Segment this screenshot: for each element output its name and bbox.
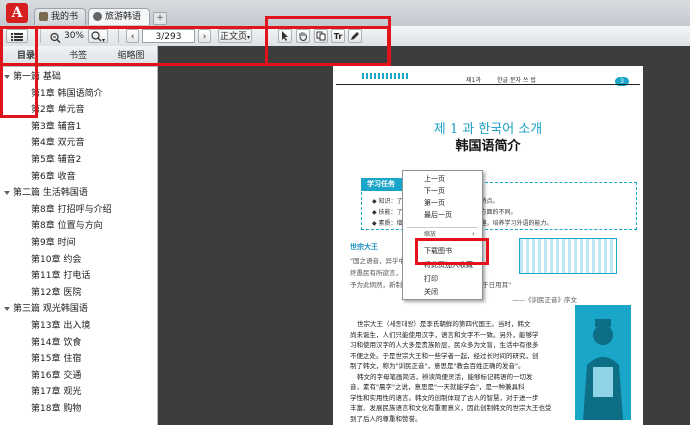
toc-chapter[interactable]: 第8章 打招呼与介绍 — [31, 203, 112, 217]
page-header-left: 제1과 — [466, 77, 481, 84]
toc-label: 第18章 购物 — [31, 404, 82, 414]
toc-label: 第9章 时间 — [31, 238, 76, 248]
app-logo-icon: A — [6, 3, 28, 23]
body-line: 不便之处。于是世宗大王和一些学者一起，经过长时间的研究，创 — [350, 351, 539, 360]
book-icon — [93, 12, 102, 21]
toc-chapter[interactable]: 第16章 交通 — [31, 369, 81, 383]
menu-separator — [407, 227, 478, 228]
toc-chapter[interactable]: 第8章 位置与方向 — [31, 219, 103, 233]
page-header-title: 한글 문자 쓰 법 — [497, 77, 536, 84]
tab-current-book[interactable]: 旅游韩语× — [88, 8, 150, 39]
toc-label: 第15章 住宿 — [31, 354, 82, 365]
toc-label: 第8章 打招呼与介绍 — [31, 204, 112, 215]
context-menu-item[interactable]: 关闭 — [424, 287, 438, 297]
header-decoration — [362, 73, 408, 79]
context-menu-item[interactable]: 最后一页 — [424, 210, 452, 220]
toc-chapter[interactable]: 第2章 单元音 — [31, 103, 85, 117]
quote-label: 世宗大王 — [350, 243, 378, 251]
context-menu-item[interactable]: 缩放 — [424, 229, 436, 238]
toc-label: 第3章 辅音1 — [31, 121, 82, 132]
body-line: 到了后人的尊重和赞誉。 — [350, 414, 422, 423]
toc-chapter[interactable]: 第18章 购物 — [31, 402, 81, 416]
toc-chapter[interactable]: 第4章 双元音 — [31, 136, 85, 150]
toc-label: 第16章 交通 — [31, 370, 82, 381]
toc-chapter[interactable]: 第10章 约会 — [31, 253, 81, 267]
context-menu-item[interactable]: 下一页 — [424, 186, 445, 196]
page-header-rule — [336, 84, 640, 85]
expand-triangle-icon[interactable] — [4, 306, 10, 311]
body-line: 尚未诞生，人们只能使用汉字，语言和文字不一致。另外，能够学 — [350, 330, 539, 339]
toc-label: 第6章 收音 — [31, 171, 76, 182]
toc-part[interactable]: 第二篇 生活韩国语 — [4, 186, 88, 200]
bookshelf-icon — [39, 12, 48, 21]
toc-label: 第12章 医院 — [31, 287, 82, 298]
toc-label: 第17章 观光 — [31, 387, 82, 398]
toc-chapter[interactable]: 第9章 时间 — [31, 236, 76, 250]
toc-chapter[interactable]: 第5章 辅音2 — [31, 153, 81, 167]
body-line: 丰富、发展民族语言和文化有重要意义，因此创制韩文的世宗大王也受 — [350, 404, 552, 412]
toc-chapter[interactable]: 第17章 观光 — [31, 385, 81, 399]
body-line: 音，素有"晨字"之说，意思是"一天就能学会"，是一种兼具科 — [350, 383, 525, 391]
toc-chapter[interactable]: 第11章 打电话 — [31, 269, 90, 283]
tab-bookshelf[interactable]: 我的书架 — [34, 8, 86, 39]
toc-chapter[interactable]: 第15章 住宿 — [31, 352, 81, 366]
king-portrait-image — [575, 305, 631, 420]
body-line: 制了韩文，称为"训民正音"，意思是"教会百姓正确的发音"。 — [350, 362, 525, 370]
highlight-download-item — [415, 238, 489, 265]
chevron-right-icon: › — [472, 230, 475, 238]
lesson-title-chinese: 韩国语简介 — [455, 139, 521, 154]
portrait-figure-icon — [583, 319, 623, 420]
expand-triangle-icon[interactable] — [4, 190, 10, 195]
toc-chapter[interactable]: 第3章 辅音1 — [31, 120, 81, 134]
tab-label: 旅游韩语 — [105, 12, 142, 22]
context-menu-item[interactable]: 打印 — [424, 274, 438, 284]
body-line: 学性和实用性的语言。韩文的创制体现了古人的智慧，对于进一步 — [350, 393, 539, 402]
toc-part[interactable]: 第三篇 观光韩国语 — [4, 302, 88, 316]
toc-label: 第10章 约会 — [31, 254, 82, 265]
toc-chapter[interactable]: 第14章 饮食 — [31, 336, 81, 350]
toc-label: 第14章 饮食 — [31, 337, 82, 348]
toc-label: 第4章 双元音 — [31, 138, 85, 149]
toc-chapter[interactable]: 第1章 韩国语简介 — [31, 87, 103, 101]
toc-chapter[interactable]: 第13章 出入境 — [31, 319, 90, 333]
toc-label: 第2章 单元音 — [31, 105, 85, 116]
toc-chapter[interactable]: 第12章 医院 — [31, 286, 81, 300]
body-line: 韩文的字母笔画简洁，辨读简便灵活，能够标记韩语的一切发 — [357, 372, 533, 381]
context-menu-item[interactable]: 上一页 — [424, 174, 445, 184]
toc-label: 第13章 出入境 — [31, 321, 91, 331]
toc-label: 第11章 打电话 — [31, 271, 91, 282]
highlight-tools — [265, 16, 391, 66]
calligraphy-image — [519, 238, 617, 274]
toc-label: 第三篇 观光韩国语 — [13, 304, 88, 315]
context-menu: 上一页 下一页 第一页 最后一页 缩放 下载图书 将此页加入收藏 打印 关闭 — [402, 170, 483, 300]
new-tab-button[interactable]: + — [153, 12, 167, 25]
body-line: 习和使用汉字的人大多是贵族阶层，民众多为文盲，生活中有很多 — [350, 341, 539, 349]
toc-label: 第1章 韩国语简介 — [31, 88, 103, 99]
toc-label: 第二篇 生活韩国语 — [13, 188, 88, 199]
toc-label: 第8章 位置与方向 — [31, 221, 103, 232]
body-line: 世宗大王（세종대왕）是李氏朝鲜的第四代国王。当时，韩文 — [357, 320, 531, 328]
toc-chapter[interactable]: 第6章 收音 — [31, 170, 76, 184]
context-menu-item[interactable]: 第一页 — [424, 198, 445, 208]
quote-source: ——《训民正音》序文 — [512, 296, 577, 304]
toc-label: 第5章 辅音2 — [31, 155, 82, 165]
quote-line: 终愚民有所欲言， — [350, 269, 402, 277]
